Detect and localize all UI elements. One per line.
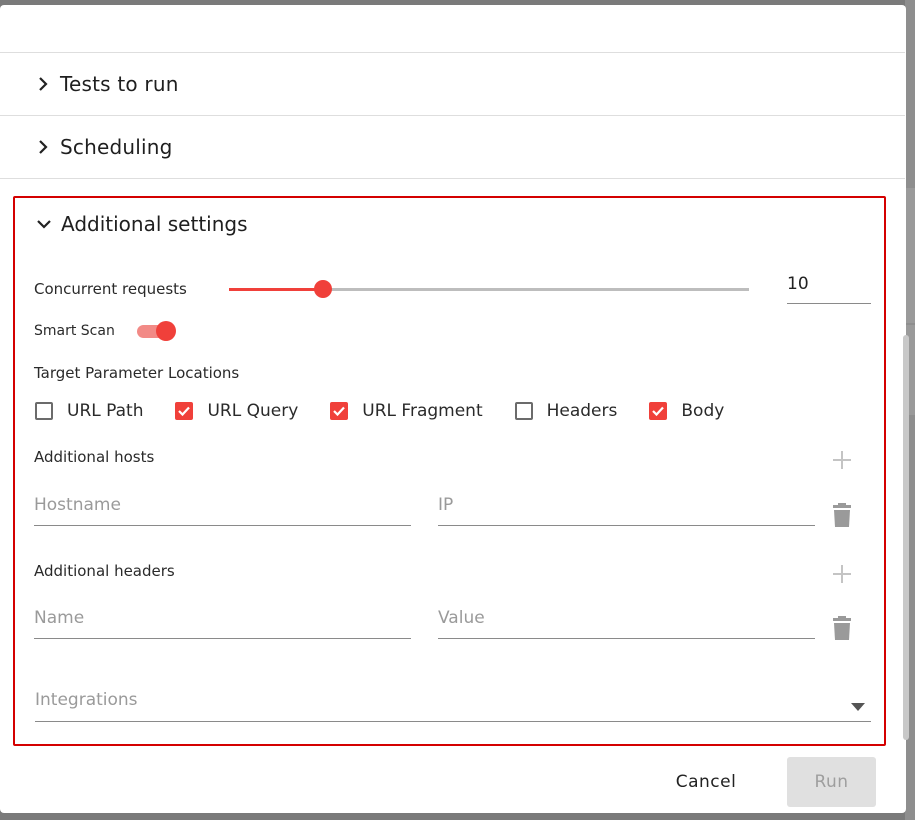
trash-icon — [833, 616, 851, 640]
checkbox-box[interactable] — [35, 402, 53, 420]
section-additional-settings: Additional settings Concurrent requests … — [13, 196, 886, 746]
run-button[interactable]: Run — [787, 757, 876, 807]
checkbox-label: URL Query — [207, 401, 299, 421]
checkbox-label: URL Path — [67, 401, 144, 421]
checkbox-label: URL Fragment — [362, 401, 483, 421]
delete-host-button[interactable] — [830, 503, 854, 527]
target-parameter-locations-label: Target Parameter Locations — [34, 364, 240, 382]
checkmark-icon — [652, 406, 665, 417]
ip-input[interactable] — [438, 485, 815, 525]
additional-headers-label: Additional headers — [34, 562, 175, 580]
toggle-knob — [156, 321, 176, 341]
checkmark-icon — [333, 406, 346, 417]
add-header-button[interactable] — [830, 562, 854, 586]
plus-icon — [833, 451, 851, 469]
section-title: Additional settings — [61, 212, 248, 236]
chevron-down-icon — [35, 215, 53, 233]
backdrop-table-cell — [905, 188, 915, 323]
checkbox-url-fragment[interactable]: URL Fragment — [330, 401, 483, 421]
section-header-additional-settings[interactable]: Additional settings — [35, 212, 248, 236]
checkbox-label: Headers — [546, 401, 618, 421]
header-name-field[interactable] — [34, 598, 411, 639]
checkbox-body[interactable]: Body — [649, 401, 724, 421]
smart-scan-label: Smart Scan — [34, 323, 115, 339]
header-value-input[interactable] — [438, 598, 815, 638]
plus-icon — [833, 565, 851, 583]
chevron-right-icon — [34, 75, 52, 93]
concurrent-requests-label: Concurrent requests — [34, 280, 187, 298]
slider-fill — [229, 288, 323, 291]
checkmark-icon — [178, 406, 191, 417]
concurrent-requests-value: 10 — [787, 274, 809, 294]
section-tests-to-run[interactable]: Tests to run — [0, 52, 905, 114]
checkbox-box[interactable] — [330, 402, 349, 420]
checkbox-headers[interactable]: Headers — [514, 401, 618, 421]
concurrent-requests-slider[interactable] — [229, 280, 749, 298]
integrations-placeholder: Integrations — [35, 690, 138, 710]
scrollbar[interactable] — [903, 335, 909, 740]
trash-icon — [833, 503, 851, 527]
hostname-input[interactable] — [34, 485, 411, 525]
target-parameter-locations-group: URL Path URL Query URL Fragment Headers — [35, 401, 744, 421]
delete-header-button[interactable] — [830, 616, 854, 640]
header-value-field[interactable] — [438, 598, 815, 639]
caret-down-icon — [851, 696, 865, 715]
checkbox-box[interactable] — [175, 402, 194, 420]
checkbox-url-path[interactable]: URL Path — [35, 401, 143, 421]
add-host-button[interactable] — [830, 448, 854, 472]
checkbox-box[interactable] — [514, 402, 533, 420]
ip-field[interactable] — [438, 485, 815, 526]
section-title: Tests to run — [60, 71, 179, 96]
checkbox-box[interactable] — [649, 402, 668, 420]
additional-hosts-label: Additional hosts — [34, 448, 155, 466]
cancel-button[interactable]: Cancel — [658, 757, 754, 807]
section-title: Scheduling — [60, 134, 173, 159]
slider-thumb[interactable] — [313, 280, 332, 298]
scan-settings-dialog: Tests to run Scheduling Additional setti… — [0, 5, 906, 813]
concurrent-requests-input[interactable]: 10 — [787, 268, 871, 304]
integrations-select[interactable]: Integrations — [35, 678, 871, 722]
chevron-right-icon — [34, 138, 52, 156]
smart-scan-toggle[interactable] — [137, 321, 177, 341]
header-name-input[interactable] — [34, 598, 411, 638]
checkbox-label: Body — [681, 401, 725, 421]
section-scheduling[interactable]: Scheduling — [0, 115, 905, 177]
checkbox-url-query[interactable]: URL Query — [175, 401, 298, 421]
divider — [0, 178, 905, 180]
hostname-field[interactable] — [34, 485, 411, 526]
